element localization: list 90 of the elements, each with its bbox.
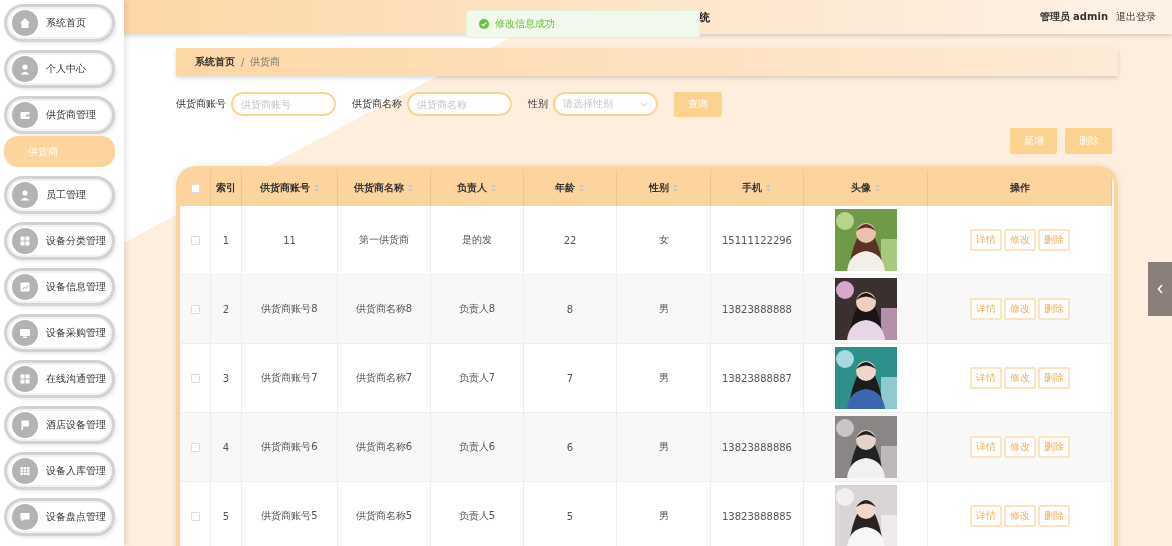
row-checkbox[interactable]	[190, 442, 200, 452]
table-cell: 供货商账号5	[261, 509, 318, 523]
column-header: 操作	[1009, 181, 1030, 195]
table-cell: 13823888885	[722, 510, 792, 522]
table-cell: 供货商账号8	[261, 302, 318, 316]
row-checkbox[interactable]	[190, 304, 200, 314]
sidebar-item[interactable]: 设备采购管理	[4, 314, 115, 352]
table-cell: 第一供货商	[359, 233, 409, 247]
table-cell: 供货商名称8	[355, 302, 413, 316]
column-header[interactable]: 供货商账号	[259, 181, 310, 195]
table-cell: 5	[222, 510, 230, 522]
person-icon	[18, 62, 32, 76]
chevron-down-icon	[640, 100, 648, 108]
field-label: 供货商名称	[352, 97, 402, 111]
table-cell: 负责人5	[458, 509, 496, 523]
table-cell: 供货商账号7	[261, 371, 318, 385]
breadcrumb-item[interactable]: 系统首页	[195, 55, 235, 69]
table-cell: 7	[566, 372, 574, 384]
sidebar-item[interactable]: 设备入库管理	[4, 452, 115, 490]
table-cell: 3	[222, 372, 230, 384]
sidebar-item[interactable]: 在线沟通管理	[4, 360, 115, 398]
sort-icon	[407, 184, 414, 192]
sort-icon	[490, 184, 497, 192]
table-cell: 男	[658, 302, 669, 316]
table-cell: 4	[222, 441, 230, 453]
table-cell: 男	[658, 371, 669, 385]
column-header[interactable]: 头像	[850, 181, 871, 195]
table-cell: 1	[222, 234, 230, 246]
sidebar-item[interactable]: 个人中心	[4, 50, 115, 88]
table-cell: 供货商名称5	[355, 509, 413, 523]
table-cell: 供货商名称7	[355, 371, 413, 385]
table-cell: 5	[566, 510, 574, 522]
monitor-icon	[18, 326, 32, 340]
table-cell: 8	[566, 303, 574, 315]
row-checkbox[interactable]	[190, 235, 200, 245]
sidebar-item[interactable]: 酒店设备管理	[4, 406, 115, 444]
table-icon	[18, 464, 32, 478]
user-name: 管理员 admin	[1039, 10, 1108, 24]
column-header[interactable]: 负责人	[457, 181, 487, 195]
sort-icon	[873, 184, 881, 192]
column-header[interactable]: 性别	[648, 181, 669, 195]
column-header[interactable]: 供货商名称	[354, 181, 404, 195]
table-cell: 负责人8	[458, 302, 496, 316]
breadcrumb-separator: /	[241, 56, 245, 68]
sort-icon	[671, 184, 679, 192]
row-checkbox[interactable]	[190, 373, 200, 383]
sidebar-item[interactable]: 供货商管理	[4, 96, 115, 134]
table-cell: 22	[563, 234, 577, 246]
sidebar-item[interactable]: 员工管理	[4, 176, 115, 214]
chat-icon	[18, 510, 32, 524]
select-all-checkbox[interactable]	[190, 183, 200, 193]
table-cell: 是的发	[462, 233, 492, 247]
sort-icon	[578, 184, 585, 192]
table-cell: 13823888886	[722, 441, 792, 453]
table-cell: 6	[566, 441, 574, 453]
sidebar-item[interactable]: 系统首页	[4, 4, 115, 42]
column-header[interactable]: 年龄	[555, 181, 575, 195]
success-toast: 修改信息成功	[466, 10, 700, 38]
chart-icon	[18, 280, 32, 294]
sidebar-item[interactable]: 设备盘点管理	[4, 498, 115, 536]
sort-icon	[312, 184, 320, 192]
logout-link[interactable]: 退出登录	[1116, 10, 1156, 24]
sidebar-item[interactable]: 设备分类管理	[4, 222, 115, 260]
sort-icon	[765, 184, 772, 192]
table-cell: 13823888887	[722, 372, 792, 384]
table-cell: 供货商名称6	[355, 440, 413, 454]
home-icon	[18, 16, 32, 30]
person-icon	[18, 188, 32, 202]
breadcrumb-item: 供货商	[250, 55, 281, 69]
success-icon	[479, 19, 489, 29]
table-cell: 2	[222, 303, 230, 315]
table-cell: 13823888888	[722, 303, 792, 315]
table-cell: 男	[658, 509, 669, 523]
sidebar-item[interactable]: 设备信息管理	[4, 268, 115, 306]
chevron-left-icon	[1156, 284, 1164, 294]
table-cell: 11	[283, 234, 296, 246]
grid-icon	[18, 234, 32, 248]
grid-icon	[18, 372, 32, 386]
side-panel-toggle[interactable]	[1148, 262, 1172, 316]
table-cell: 女	[658, 233, 669, 247]
table-cell: 15111122296	[722, 234, 792, 246]
table-cell: 负责人6	[458, 440, 496, 454]
table-cell: 供货商账号6	[261, 440, 318, 454]
field-label: 供货商账号	[176, 97, 226, 111]
field-label: 性别	[528, 97, 548, 111]
row-checkbox[interactable]	[190, 511, 200, 521]
table-cell: 男	[658, 440, 669, 454]
column-header[interactable]: 手机	[742, 181, 762, 195]
column-header: 索引	[216, 181, 236, 195]
table-cell: 负责人7	[458, 371, 496, 385]
